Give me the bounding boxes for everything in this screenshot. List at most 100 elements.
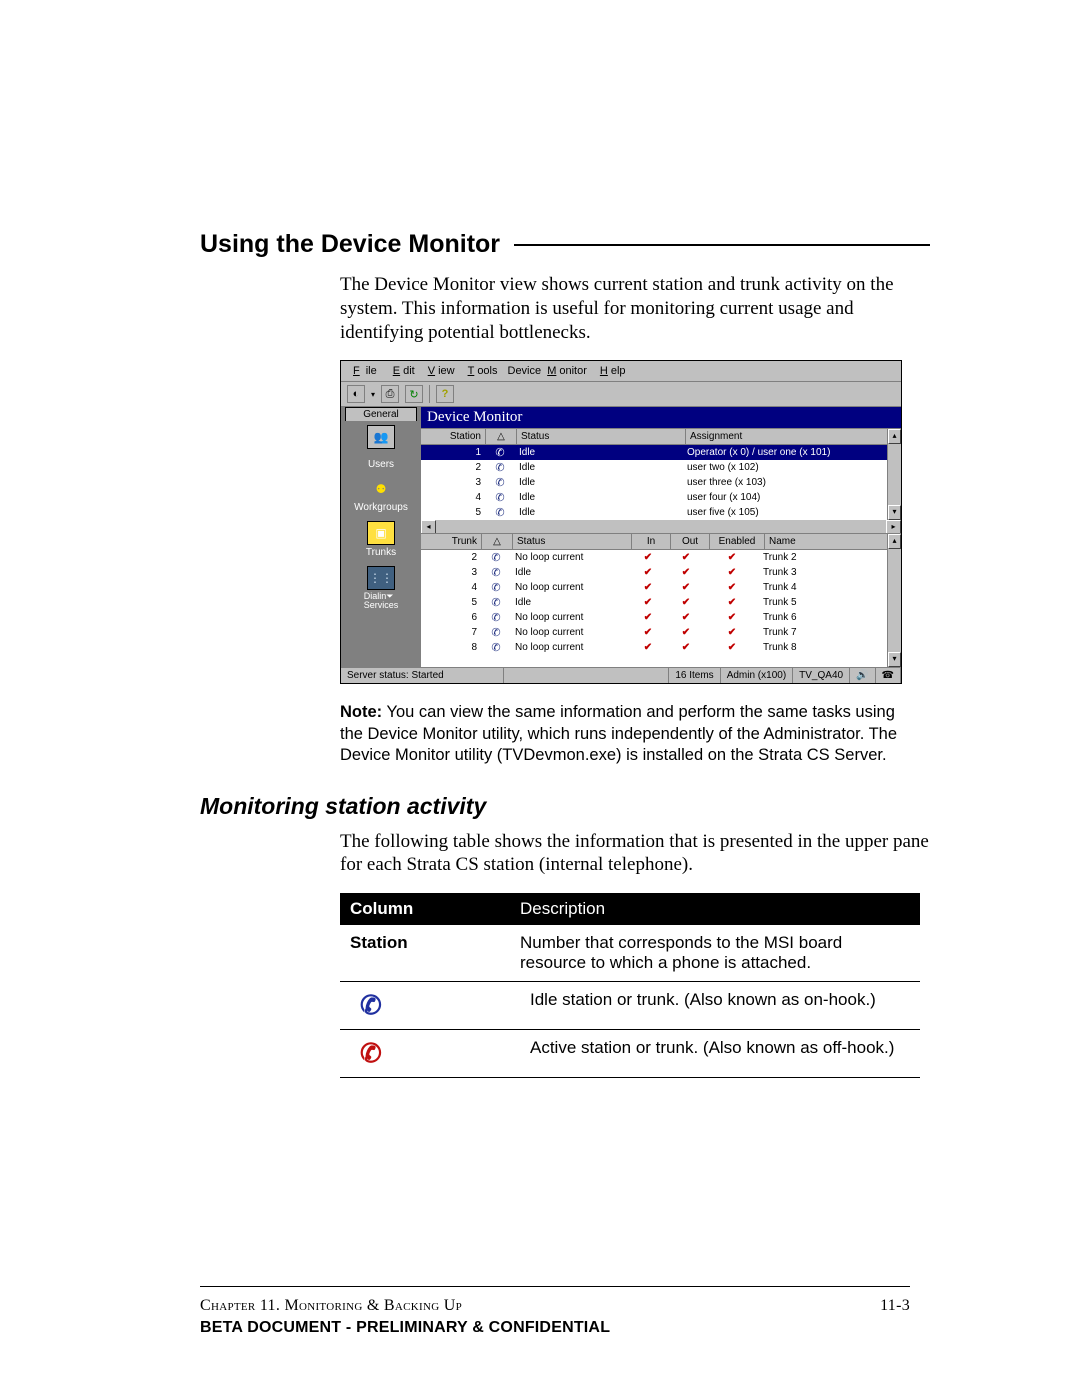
phone-idle-icon: ✆ <box>491 612 500 624</box>
phone-idle-icon: ✆ <box>360 990 382 1021</box>
heading-rule <box>514 244 930 246</box>
toolbar-dropdown-icon[interactable]: ▾ <box>371 390 375 399</box>
col-assignment[interactable]: Assignment <box>686 429 901 444</box>
phone-active-icon: ✆ <box>360 1038 382 1069</box>
trunk-row[interactable]: 4✆No loop current✔✔✔Trunk 4 <box>421 580 901 595</box>
station-row[interactable]: 5✆Idleuser five (x 105) <box>421 505 901 520</box>
status-admin: Admin (x100) <box>721 668 793 683</box>
sidebar-item-top[interactable]: 👥 <box>341 421 421 455</box>
check-icon: ✔ <box>682 642 690 653</box>
menu-file[interactable]: File <box>347 364 383 378</box>
toolbar-print-icon[interactable]: ⎙ <box>381 385 399 403</box>
cell-idle-desc: Idle station or trunk. (Also known as on… <box>520 990 920 1021</box>
trunk-row[interactable]: 7✆No loop current✔✔✔Trunk 7 <box>421 625 901 640</box>
toolbar-separator <box>429 385 430 403</box>
check-icon: ✔ <box>728 582 736 593</box>
cell-active-icon: ✆ <box>340 1038 520 1069</box>
scroll-up-icon[interactable]: ▴ <box>888 429 901 444</box>
sidebar-item-dialing[interactable]: ⋮⋮Dialin⏷Services <box>341 562 421 614</box>
column-description-table: Column Description Station Number that c… <box>340 893 920 1078</box>
footer-rule <box>200 1286 910 1287</box>
check-icon: ✔ <box>728 552 736 563</box>
check-icon: ✔ <box>682 552 690 563</box>
table-row: ✆ Idle station or trunk. (Also known as … <box>340 982 920 1030</box>
trunk-row[interactable]: 2✆No loop current✔✔✔Trunk 2 <box>421 550 901 565</box>
menu-edit[interactable]: Edit <box>387 364 418 378</box>
main-pane: Device Monitor Station △ Status Assignme… <box>421 407 901 667</box>
trunk-grid-header: Trunk △ Status In Out Enabled Name <box>421 534 901 550</box>
col-sort-icon[interactable]: △ <box>482 534 513 549</box>
section-heading: Using the Device Monitor <box>200 230 500 259</box>
trunks-icon: ▣ <box>367 521 395 545</box>
trunk-row[interactable]: 6✆No loop current✔✔✔Trunk 6 <box>421 610 901 625</box>
menu-view[interactable]: View <box>422 364 458 378</box>
trunk-row[interactable]: 5✆Idle✔✔✔Trunk 5 <box>421 595 901 610</box>
station-row[interactable]: 3✆Idleuser three (x 103) <box>421 475 901 490</box>
device-monitor-window: File Edit View Tools Device Monitor Help… <box>340 360 902 684</box>
note-text: You can view the same information and pe… <box>340 703 897 764</box>
sidebar-label-users: Users <box>368 459 394 470</box>
check-icon: ✔ <box>644 597 652 608</box>
col-station[interactable]: Station <box>421 429 486 444</box>
col-in[interactable]: In <box>632 534 671 549</box>
menubar: File Edit View Tools Device Monitor Help <box>341 361 901 382</box>
th-column: Column <box>340 893 510 925</box>
scroll-down-icon[interactable]: ▾ <box>888 652 901 667</box>
check-icon: ✔ <box>644 567 652 578</box>
toolbar-refresh-icon[interactable]: ↻ <box>405 385 423 403</box>
check-icon: ✔ <box>682 567 690 578</box>
toolbar: ◐ ▾ ⎙ ↻ ? <box>341 382 901 407</box>
status-bar: Server status: Started 16 Items Admin (x… <box>341 667 901 683</box>
status-phone-icon: ☎ <box>876 668 901 683</box>
sidebar-item-trunks[interactable]: ▣Trunks <box>341 517 421 562</box>
scroll-track[interactable] <box>436 520 886 533</box>
status-fill <box>504 668 669 683</box>
table-row: ✆ Active station or trunk. (Also known a… <box>340 1030 920 1078</box>
check-icon: ✔ <box>728 597 736 608</box>
menu-tools[interactable]: Tools <box>462 364 501 378</box>
station-scroll-v[interactable]: ▴ ▾ <box>887 429 901 520</box>
sidebar-item-workgroups[interactable]: ⚉Workgroups <box>341 474 421 517</box>
sidebar-tab-general[interactable]: General <box>345 407 417 421</box>
check-icon: ✔ <box>682 627 690 638</box>
phone-idle-icon: ✆ <box>495 507 504 519</box>
sidebar-label-dialing: Dialin⏷Services <box>364 592 399 610</box>
users-group-icon: 👥 <box>367 425 395 449</box>
station-row[interactable]: 2✆Idleuser two (x 102) <box>421 460 901 475</box>
col-trunk-status[interactable]: Status <box>513 534 632 549</box>
trunk-row[interactable]: 8✆No loop current✔✔✔Trunk 8 <box>421 640 901 655</box>
cell-station: Station <box>340 933 510 973</box>
station-row[interactable]: 4✆Idleuser four (x 104) <box>421 490 901 505</box>
check-icon: ✔ <box>728 627 736 638</box>
toolbar-back-icon[interactable]: ◐ <box>347 385 365 403</box>
check-icon: ✔ <box>644 552 652 563</box>
phone-idle-icon: ✆ <box>491 597 500 609</box>
check-icon: ✔ <box>728 612 736 623</box>
cell-active-desc: Active station or trunk. (Also known as … <box>520 1038 920 1069</box>
col-status[interactable]: Status <box>517 429 686 444</box>
col-sort-icon[interactable]: △ <box>486 429 517 444</box>
status-host: TV_QA40 <box>793 668 850 683</box>
workgroups-icon: ⚉ <box>368 478 394 500</box>
note-label: Note: <box>340 703 382 721</box>
col-name[interactable]: Name <box>765 534 901 549</box>
sidebar: General 👥 Users ⚉Workgroups ▣Trunks ⋮⋮Di… <box>341 407 421 667</box>
station-scroll-h[interactable]: ◂ ▸ <box>421 520 901 533</box>
footer-confidential: BETA DOCUMENT - PRELIMINARY & CONFIDENTI… <box>200 1319 610 1337</box>
scroll-up-icon[interactable]: ▴ <box>888 534 901 549</box>
trunk-scroll-v[interactable]: ▴ ▾ <box>887 534 901 667</box>
scroll-down-icon[interactable]: ▾ <box>888 505 901 520</box>
menu-device-monitor[interactable]: Device Monitor <box>505 364 590 378</box>
menu-help[interactable]: Help <box>594 364 629 378</box>
sub-intro: The following table shows the informatio… <box>340 830 930 878</box>
col-out[interactable]: Out <box>671 534 710 549</box>
station-row[interactable]: 1✆IdleOperator (x 0) / user one (x 101) <box>421 445 901 460</box>
cell-station-desc: Number that corresponds to the MSI board… <box>510 933 920 973</box>
trunk-row[interactable]: 3✆Idle✔✔✔Trunk 3 <box>421 565 901 580</box>
phone-idle-icon: ✆ <box>491 627 500 639</box>
footer-line: Chapter 11. Monitoring & Backing Up 11-3 <box>200 1297 910 1315</box>
col-trunk[interactable]: Trunk <box>421 534 482 549</box>
col-enabled[interactable]: Enabled <box>710 534 765 549</box>
toolbar-help-icon[interactable]: ? <box>436 385 454 403</box>
sidebar-item-users[interactable]: Users <box>341 455 421 474</box>
